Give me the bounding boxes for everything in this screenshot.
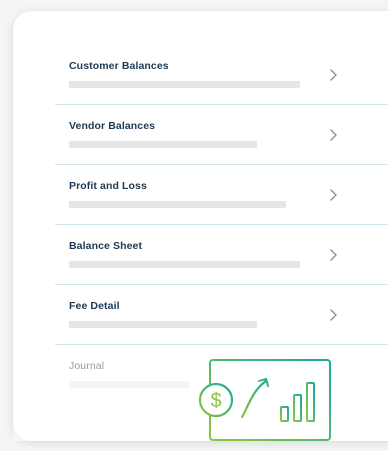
chevron-right-icon[interactable]: [327, 248, 341, 262]
chevron-right-icon[interactable]: [327, 68, 341, 82]
report-item-fee-detail[interactable]: Fee Detail: [55, 285, 388, 345]
placeholder-bar: [69, 201, 286, 208]
report-item-label: Profit and Loss: [69, 180, 147, 192]
reports-screen: Customer Balances Vendor Balances Profit…: [0, 0, 388, 451]
report-item-label: Journal: [69, 360, 105, 372]
report-item-customer-balances[interactable]: Customer Balances: [55, 45, 388, 105]
report-item-label: Vendor Balances: [69, 120, 156, 132]
chevron-right-icon[interactable]: [327, 308, 341, 322]
financial-growth-icon: $: [198, 359, 337, 451]
placeholder-bar: [69, 381, 189, 388]
placeholder-bar: [69, 321, 257, 328]
placeholder-bar: [69, 81, 300, 88]
report-item-vendor-balances[interactable]: Vendor Balances: [55, 105, 388, 165]
svg-text:$: $: [210, 390, 221, 412]
report-item-label: Customer Balances: [69, 60, 169, 72]
report-item-label: Balance Sheet: [69, 240, 143, 252]
report-list: Customer Balances Vendor Balances Profit…: [55, 45, 388, 404]
chevron-right-icon[interactable]: [327, 128, 341, 142]
report-item-profit-and-loss[interactable]: Profit and Loss: [55, 165, 388, 225]
report-item-label: Fee Detail: [69, 300, 120, 312]
chevron-right-icon[interactable]: [327, 188, 341, 202]
placeholder-bar: [69, 141, 257, 148]
placeholder-bar: [69, 261, 300, 268]
report-item-balance-sheet[interactable]: Balance Sheet: [55, 225, 388, 285]
